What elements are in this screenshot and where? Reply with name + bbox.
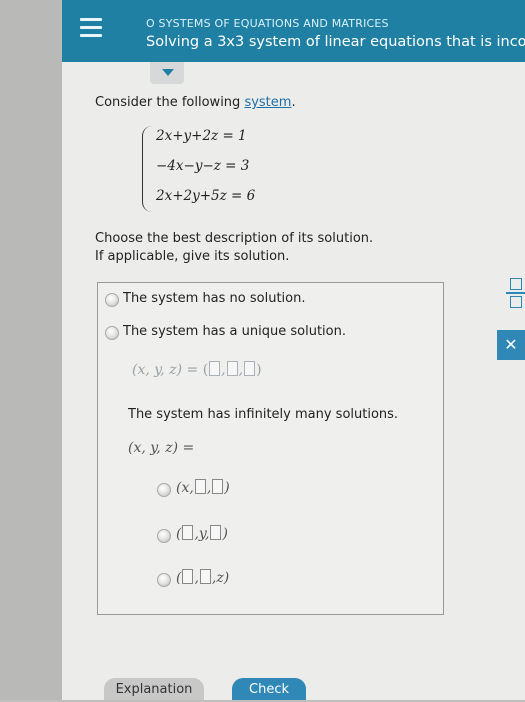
check-button[interactable]: Check [232,678,306,700]
infinite-z-input-1[interactable] [182,569,194,584]
equation-1: 2x+y+2z = 1 [156,128,247,144]
unique-y-input[interactable] [226,361,238,376]
radio-unique-solution[interactable] [105,326,119,340]
instruction-line-2: If applicable, give its solution. [95,249,290,264]
left-brace [142,126,155,212]
close-icon[interactable]: ✕ [497,330,525,360]
prompt-prefix: Consider the following [95,95,245,110]
infinite-form-z: (, ,z) [176,569,230,586]
radio-infinite-y[interactable] [157,529,171,543]
radio-infinite-z[interactable] [157,573,171,587]
prompt-suffix: . [291,95,296,110]
option-infinite-label: The system has infinitely many solutions… [128,407,399,422]
explanation-button[interactable]: Explanation [104,678,204,700]
answer-box: The system has no solution. The system h… [97,282,444,615]
breadcrumb: O SYSTEMS OF EQUATIONS AND MATRICES [146,17,389,30]
radio-infinite-x[interactable] [157,483,171,497]
infinite-y-input-2[interactable] [210,525,222,540]
equation-3: 2x+2y+5z = 6 [156,188,256,204]
instructions: Choose the best description of its solut… [95,230,373,266]
unique-solution-row: (x, y, z) = (,,) [132,361,262,378]
infinite-form-y: (,y,) [176,525,228,542]
equation-system: 2x+y+2z = 1 −4x−y−z = 3 2x+2y+5z = 6 [142,124,282,214]
collapse-toggle[interactable] [150,62,184,84]
unique-lhs: (x, y, z) = [132,362,199,378]
infinite-lhs: (x, y, z) = [128,440,195,456]
radio-no-solution[interactable] [105,293,119,307]
question-prompt: Consider the following system. [95,95,296,110]
infinite-x-input-1[interactable] [194,479,206,494]
unique-x-input[interactable] [209,361,221,376]
option-unique-label: The system has a unique solution. [123,324,346,339]
top-header: O SYSTEMS OF EQUATIONS AND MATRICES Solv… [62,0,525,62]
unique-z-input[interactable] [244,361,256,376]
device-bezel [0,0,62,700]
fraction-tool-icon[interactable] [506,278,525,312]
instruction-line-1: Choose the best description of its solut… [95,231,374,246]
param-x: x [181,480,190,496]
infinite-z-input-2[interactable] [199,569,211,584]
infinite-x-input-2[interactable] [212,479,224,494]
infinite-form-x: (x,,) [176,479,230,496]
question-panel: Consider the following system. 2x+y+2z =… [62,62,525,700]
chevron-down-icon [162,69,174,76]
system-link[interactable]: system [244,95,291,110]
option-no-solution-label: The system has no solution. [123,291,306,306]
equation-2: −4x−y−z = 3 [156,158,250,174]
menu-icon[interactable] [80,18,102,38]
param-z: z [216,570,224,586]
param-y: y [198,526,205,542]
page-title: Solving a 3x3 system of linear equations… [146,34,525,50]
infinite-y-input-1[interactable] [182,525,194,540]
